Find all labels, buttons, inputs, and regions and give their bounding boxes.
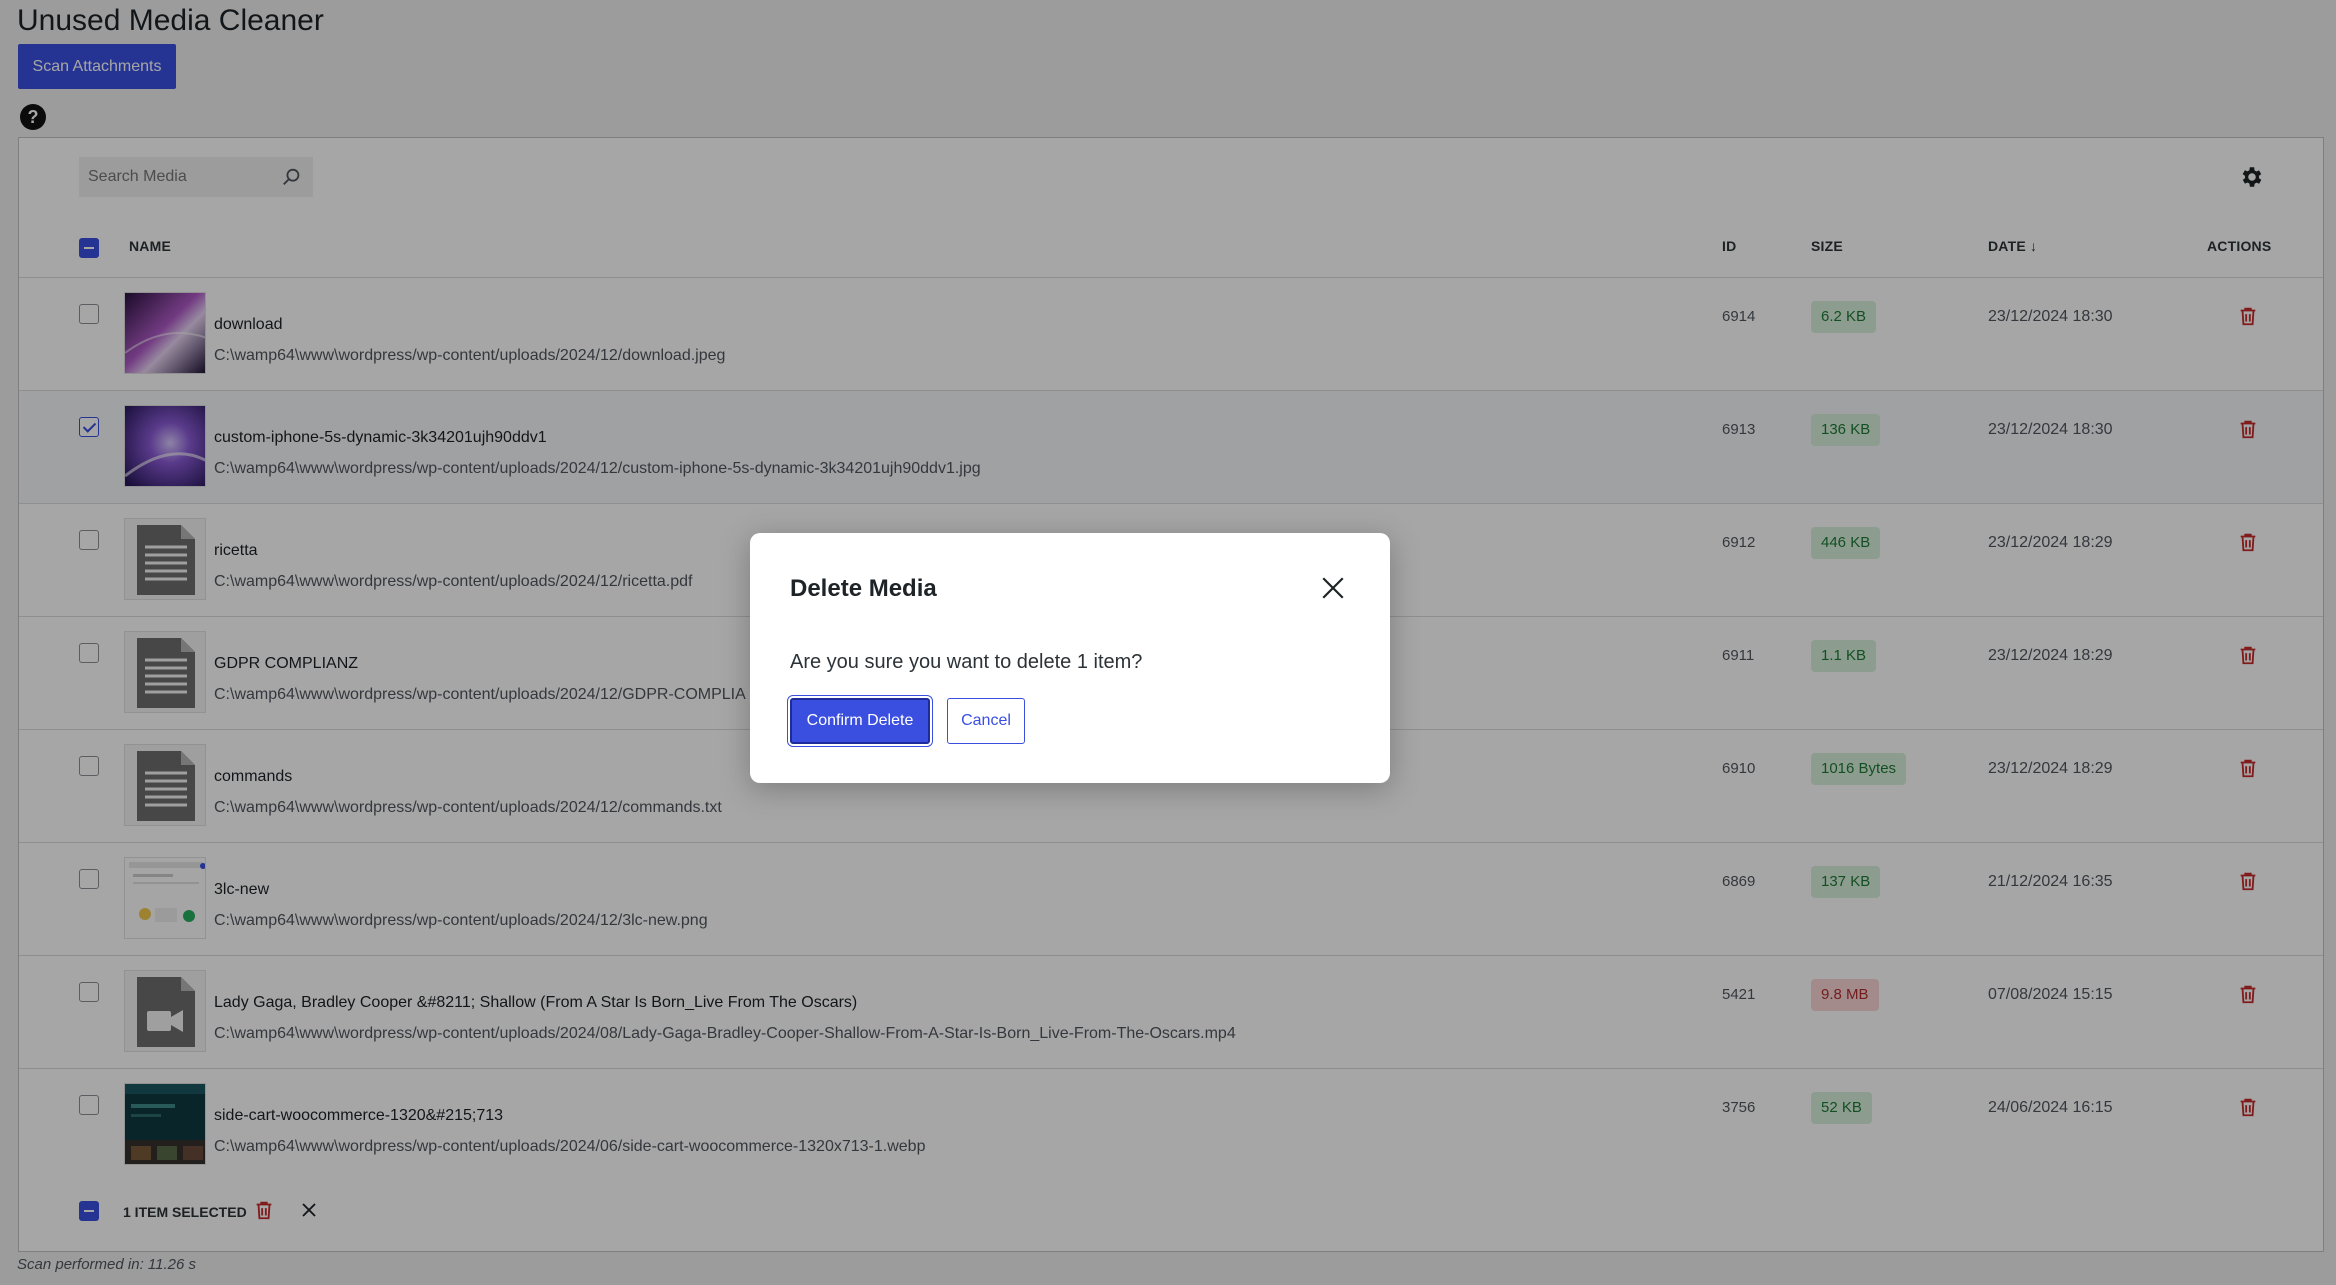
close-icon[interactable] — [1320, 575, 1346, 601]
dialog-message: Are you sure you want to delete 1 item? — [790, 651, 1143, 673]
confirm-delete-button[interactable]: Confirm Delete — [790, 698, 930, 744]
cancel-button[interactable]: Cancel — [947, 698, 1025, 744]
delete-media-dialog: Delete Media Are you sure you want to de… — [750, 533, 1390, 783]
dialog-title: Delete Media — [790, 575, 937, 602]
